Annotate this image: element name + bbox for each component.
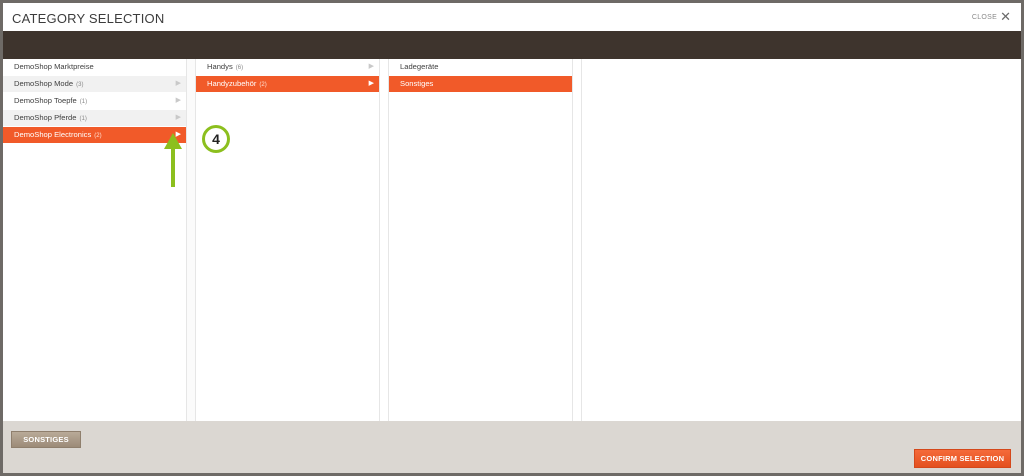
column-divider xyxy=(572,59,582,421)
annotation-step-badge: 4 xyxy=(202,125,230,153)
category-item[interactable]: DemoShop Mode (3) ▶ xyxy=(3,76,186,93)
category-item-count: (2) xyxy=(259,82,267,88)
chevron-right-icon: ▶ xyxy=(175,80,181,87)
category-item[interactable]: Sonstiges xyxy=(389,76,572,93)
category-item[interactable]: Handys (6) ▶ xyxy=(196,59,379,76)
category-column-4-empty xyxy=(582,59,1021,421)
close-icon: ✕ xyxy=(1000,9,1011,24)
selected-category-button[interactable]: SONSTIGES xyxy=(11,431,81,448)
chevron-right-icon: ▶ xyxy=(368,63,374,70)
category-list-3: Ladegeräte Sonstiges xyxy=(389,59,572,93)
close-button[interactable]: CLOSE ✕ xyxy=(971,9,1011,24)
category-item-count: (1) xyxy=(79,116,87,122)
category-item[interactable]: Handyzubehör (2) ▶ xyxy=(196,76,379,93)
category-item-count: (6) xyxy=(235,65,244,71)
header-band xyxy=(3,31,1021,59)
category-list-1: DemoShop Marktpreise DemoShop Mode (3) ▶ Dem… xyxy=(3,59,186,144)
category-item-label: Handys xyxy=(207,62,233,71)
chevron-right-icon: ▶ xyxy=(175,114,181,121)
category-selection-modal: CATEGORY SELECTION CLOSE ✕ DemoShop Mark… xyxy=(3,3,1021,473)
category-list-2: Handys (6) ▶ Handyzubehör (2) ▶ xyxy=(196,59,379,93)
modal-header: CATEGORY SELECTION CLOSE ✕ xyxy=(3,3,1021,31)
chevron-right-icon: ▶ xyxy=(368,80,374,87)
column-divider xyxy=(186,59,196,421)
category-column-1: DemoShop Marktpreise DemoShop Mode (3) ▶ Dem… xyxy=(3,59,196,421)
modal-footer: SONSTIGES CONFIRM SELECTION xyxy=(3,421,1021,473)
chevron-right-icon: ▶ xyxy=(175,97,181,104)
category-item[interactable]: Ladegeräte xyxy=(389,59,572,76)
category-item-label: DemoShop Toepfe xyxy=(14,96,77,105)
category-item[interactable]: DemoShop Marktpreise xyxy=(3,59,186,76)
modal-title: CATEGORY SELECTION xyxy=(12,11,165,26)
category-item-label: DemoShop Pferde xyxy=(14,113,77,122)
category-column-3: Ladegeräte Sonstiges xyxy=(389,59,582,421)
category-column-2: Handys (6) ▶ Handyzubehör (2) ▶ xyxy=(196,59,389,421)
category-item-label: Sonstiges xyxy=(400,79,434,88)
category-item-label: DemoShop Marktpreise xyxy=(14,62,94,71)
category-item[interactable]: DemoShop Electronics (2) ▶ xyxy=(3,127,186,144)
category-item-label: Handyzubehör xyxy=(207,79,257,88)
confirm-selection-button[interactable]: CONFIRM SELECTION xyxy=(914,449,1011,468)
category-item[interactable]: DemoShop Pferde (1) ▶ xyxy=(3,110,186,127)
category-item[interactable]: DemoShop Toepfe (1) ▶ xyxy=(3,93,186,110)
annotation-arrow-icon xyxy=(164,133,182,187)
category-item-label: Ladegeräte xyxy=(400,62,439,71)
category-item-count: (3) xyxy=(76,82,84,88)
category-item-label: DemoShop Mode xyxy=(14,79,74,88)
category-item-count: (2) xyxy=(94,133,102,139)
close-label: CLOSE xyxy=(971,13,998,21)
column-divider xyxy=(379,59,389,421)
category-item-count: (1) xyxy=(79,99,88,105)
category-item-label: DemoShop Electronics xyxy=(14,130,92,139)
